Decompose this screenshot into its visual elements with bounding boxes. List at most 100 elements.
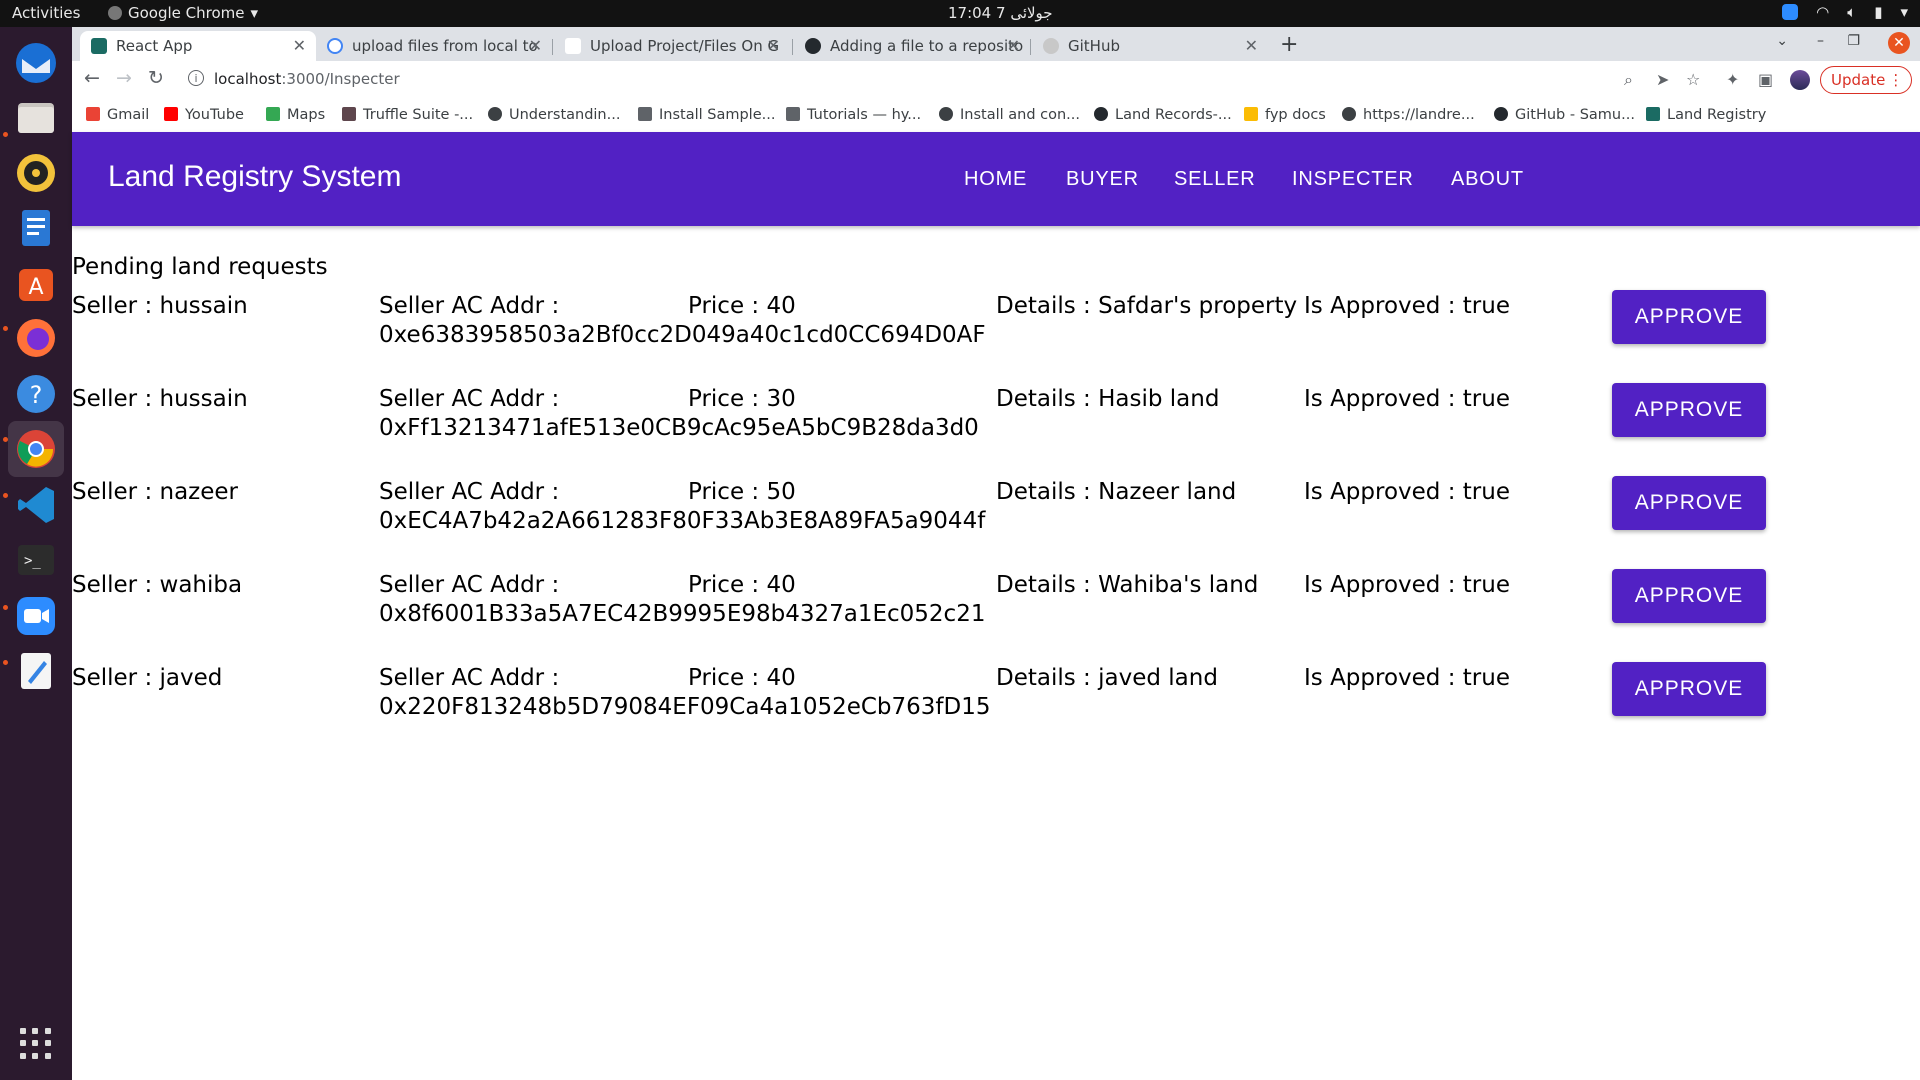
- reload-icon[interactable]: ↻: [148, 67, 164, 89]
- app-menu[interactable]: Google Chrome ▾: [108, 4, 258, 22]
- nav-inspecter[interactable]: INSPECTER: [1292, 168, 1414, 191]
- rhythmbox-icon[interactable]: [8, 145, 64, 201]
- web-page: Land Registry System HOME BUYER SELLER I…: [72, 132, 1920, 1080]
- bookmark-star-icon[interactable]: ☆: [1686, 70, 1700, 89]
- activities-button[interactable]: Activities: [12, 4, 80, 22]
- chrome-icon[interactable]: [8, 421, 64, 477]
- price: Price : 40: [688, 293, 796, 319]
- bookmark-youtube[interactable]: YouTube: [164, 107, 244, 123]
- tab-react-app[interactable]: React App ✕: [80, 31, 316, 61]
- bookmark-land-registry[interactable]: Land Registry: [1646, 107, 1766, 123]
- details: Details : Nazeer land: [996, 479, 1237, 505]
- bookmark-install-sample[interactable]: Install Sample...: [638, 107, 775, 123]
- site-info-icon[interactable]: i: [188, 70, 204, 86]
- youtube-icon: [164, 107, 178, 121]
- web-icon: [488, 107, 502, 121]
- writer-icon[interactable]: [8, 200, 64, 256]
- tab-label: GitHub: [1068, 37, 1120, 55]
- request-row: Seller : javed Seller AC Addr :0x220F813…: [72, 662, 1920, 734]
- bookmark-truffle[interactable]: Truffle Suite -...: [342, 107, 473, 123]
- zoom-icon[interactable]: ⌕: [1624, 70, 1633, 90]
- bookmark-maps[interactable]: Maps: [266, 107, 325, 123]
- tab-upload-files[interactable]: upload files from local to ✕: [316, 31, 552, 61]
- restore-icon[interactable]: ❐: [1847, 33, 1860, 49]
- brand-title: Land Registry System: [108, 160, 402, 193]
- approve-button[interactable]: APPROVE: [1612, 383, 1766, 437]
- terminal-icon[interactable]: >_: [8, 532, 64, 588]
- new-tab-button[interactable]: +: [1280, 31, 1298, 59]
- url-text[interactable]: localhost:3000/Inspecter: [214, 70, 400, 88]
- bookmark-github-samu[interactable]: GitHub - Samu...: [1494, 107, 1635, 123]
- software-icon[interactable]: A: [8, 255, 64, 311]
- text-editor-icon[interactable]: [8, 643, 64, 699]
- update-label: Update: [1831, 71, 1886, 89]
- bookmark-landre[interactable]: https://landre...: [1342, 107, 1475, 123]
- seller-name: Seller : javed: [72, 665, 223, 691]
- battery-icon: ▮: [1874, 3, 1883, 21]
- approval-status: Is Approved : true: [1304, 386, 1510, 412]
- bookmark-fyp-docs[interactable]: fyp docs: [1244, 107, 1326, 123]
- update-button[interactable]: Update ⋮: [1820, 66, 1913, 94]
- running-indicator: [3, 493, 8, 498]
- address-bar[interactable]: i localhost:3000/Inspecter: [180, 65, 1700, 95]
- dock: A ? >_: [0, 27, 72, 1080]
- tab-github[interactable]: GitHub ✕: [1032, 31, 1268, 61]
- help-icon[interactable]: ?: [8, 366, 64, 422]
- system-tray[interactable]: ◠ 🔈︎ ▮ ▾: [1782, 3, 1908, 21]
- nav-seller[interactable]: SELLER: [1174, 168, 1256, 191]
- bookmark-land-records[interactable]: Land Records-...: [1094, 107, 1232, 123]
- send-icon[interactable]: ➤: [1656, 70, 1669, 89]
- tab-label: Adding a file to a reposito: [830, 37, 1024, 55]
- close-icon[interactable]: ✕: [293, 31, 306, 61]
- firefox-icon[interactable]: [8, 310, 64, 366]
- zoom-tray-icon[interactable]: [1782, 4, 1799, 20]
- zoom-icon[interactable]: [8, 588, 64, 644]
- tab-adding-file[interactable]: Adding a file to a reposito ✕: [794, 31, 1030, 61]
- bookmark-gmail[interactable]: Gmail: [86, 107, 149, 123]
- forward-icon[interactable]: →: [116, 67, 132, 89]
- close-window-button[interactable]: ✕: [1888, 32, 1910, 54]
- show-applications-icon[interactable]: [20, 1028, 52, 1060]
- approve-button[interactable]: APPROVE: [1612, 290, 1766, 344]
- request-row: Seller : nazeer Seller AC Addr :0xEC4A7b…: [72, 476, 1920, 548]
- close-icon[interactable]: ✕: [529, 31, 542, 61]
- thunderbird-icon[interactable]: [8, 35, 64, 91]
- approval-status: Is Approved : true: [1304, 479, 1510, 505]
- tab-separator: [1030, 39, 1031, 55]
- close-icon[interactable]: ✕: [1007, 31, 1020, 61]
- nav-buyer[interactable]: BUYER: [1066, 168, 1139, 191]
- request-row: Seller : hussain Seller AC Addr :0xFf132…: [72, 383, 1920, 455]
- approve-button[interactable]: APPROVE: [1612, 476, 1766, 530]
- approve-button[interactable]: APPROVE: [1612, 569, 1766, 623]
- bookmark-tutorials[interactable]: Tutorials — hy...: [786, 107, 921, 123]
- svg-text:?: ?: [30, 381, 43, 409]
- price: Price : 40: [688, 665, 796, 691]
- tab-strip: React App ✕ upload files from local to ✕…: [72, 27, 1920, 61]
- price: Price : 30: [688, 386, 796, 412]
- tab-search-icon[interactable]: ⌄: [1776, 33, 1788, 49]
- extensions-icon[interactable]: ✦: [1726, 70, 1739, 89]
- close-icon[interactable]: ✕: [767, 31, 780, 61]
- price: Price : 50: [688, 479, 796, 505]
- nav-about[interactable]: ABOUT: [1451, 168, 1524, 191]
- minimize-icon[interactable]: –: [1817, 33, 1824, 49]
- doc-icon: [638, 107, 652, 121]
- back-icon[interactable]: ←: [84, 67, 100, 89]
- bookmark-understanding[interactable]: Understandin...: [488, 107, 620, 123]
- github-icon: [1094, 107, 1108, 121]
- side-panel-icon[interactable]: ▣: [1758, 70, 1773, 89]
- svg-text:A: A: [28, 275, 43, 300]
- files-icon[interactable]: [8, 89, 64, 145]
- details: Details : javed land: [996, 665, 1218, 691]
- nav-home[interactable]: HOME: [964, 168, 1027, 191]
- approve-button[interactable]: APPROVE: [1612, 662, 1766, 716]
- bookmark-install-and-con[interactable]: Install and con...: [939, 107, 1080, 123]
- vscode-icon[interactable]: [8, 477, 64, 533]
- close-icon[interactable]: ✕: [1245, 31, 1258, 61]
- profile-avatar[interactable]: [1790, 70, 1810, 90]
- tab-upload-project[interactable]: Upload Project/Files On G ✕: [554, 31, 790, 61]
- page-heading: Pending land requests: [72, 254, 328, 280]
- browser-toolbar: ← → ↻ i localhost:3000/Inspecter ⌕ ➤ ☆ ✦…: [72, 61, 1920, 99]
- clock[interactable]: 17:04 7 جولائی: [948, 4, 1053, 22]
- running-indicator: [3, 326, 8, 331]
